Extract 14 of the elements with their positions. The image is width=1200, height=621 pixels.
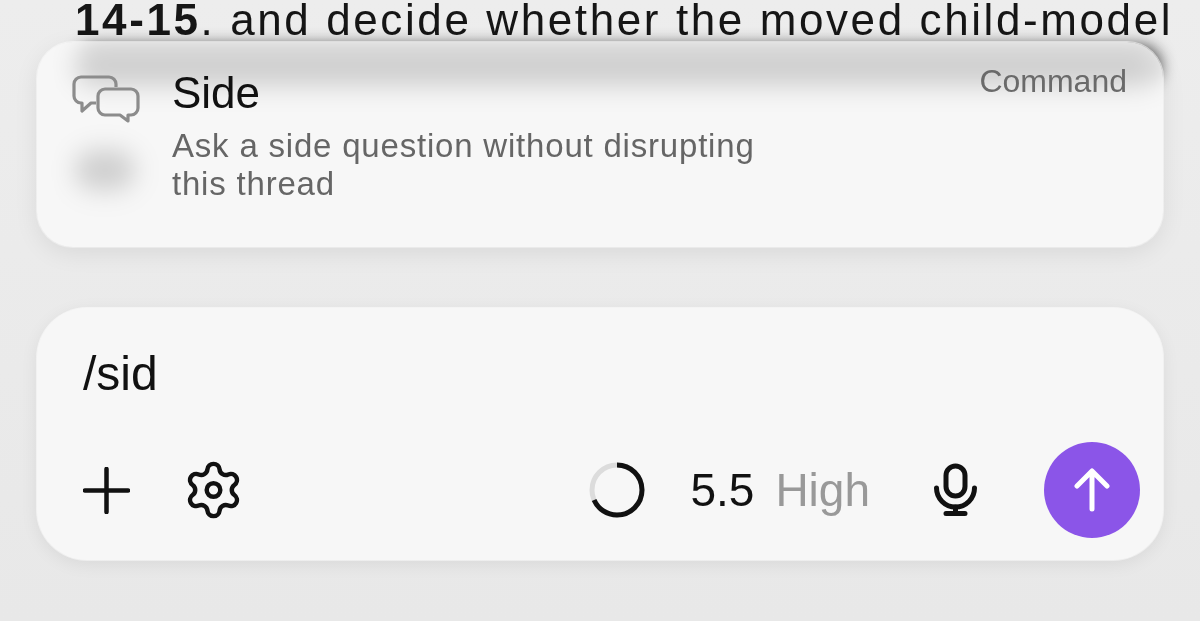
arrow-up-icon [1073,468,1111,512]
speech-bubbles-icon [72,75,140,123]
model-button[interactable]: 5.5 High [690,463,870,517]
command-type-label: Command [979,63,1127,99]
command-title: Side [172,69,261,117]
message-input[interactable]: /sid [83,345,1140,401]
settings-icon [187,462,240,518]
add-button[interactable] [83,466,130,514]
microphone-icon [933,463,978,517]
command-description: Ask a side question without disrupting this thread [172,127,756,203]
settings-button[interactable] [187,462,240,518]
microphone-button[interactable] [933,463,978,517]
message-text: 14-15. and decide whether the moved child-model [75,0,1174,40]
plus-icon [83,466,130,514]
